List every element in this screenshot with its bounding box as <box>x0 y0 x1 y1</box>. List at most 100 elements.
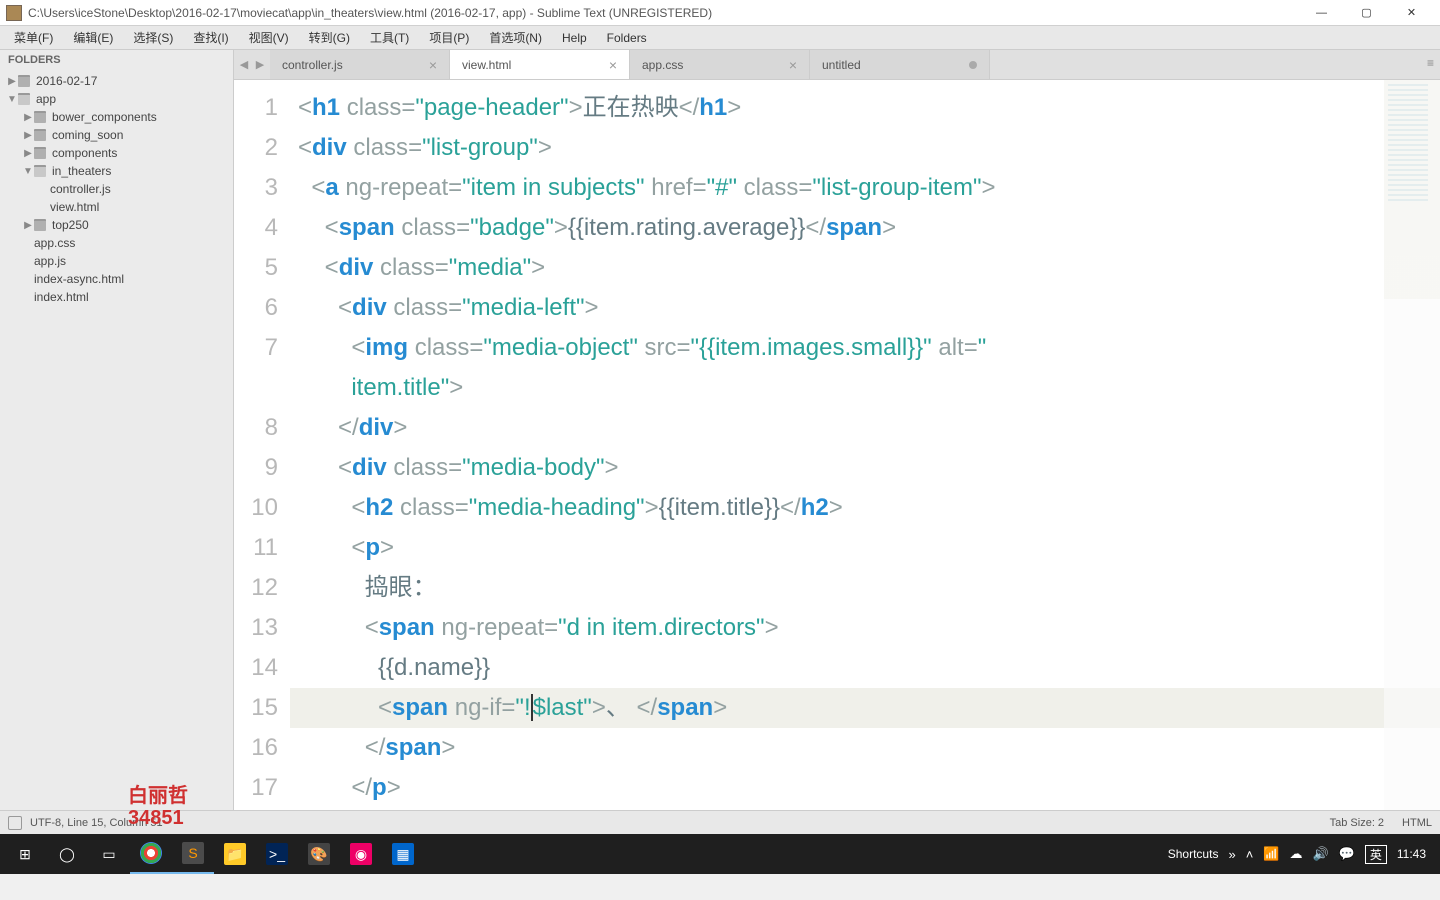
tree-item-2016-02-17[interactable]: ▶2016-02-17 <box>0 72 233 90</box>
line-number[interactable]: 10 <box>238 488 278 528</box>
menu-item-6[interactable]: 工具(T) <box>360 26 419 49</box>
start-button[interactable]: ⊞ <box>4 834 46 874</box>
status-icon[interactable] <box>8 816 22 830</box>
code-line[interactable]: </p> <box>290 768 1440 808</box>
tab-close-icon[interactable]: × <box>789 57 797 73</box>
line-number[interactable]: 17 <box>238 768 278 808</box>
code-line[interactable]: item.title"> <box>290 368 1440 408</box>
code-line[interactable]: <a ng-repeat="item in subjects" href="#"… <box>290 168 1440 208</box>
menu-item-3[interactable]: 查找(I) <box>183 26 238 49</box>
taskbar-powershell[interactable]: >_ <box>256 834 298 874</box>
line-number[interactable]: 4 <box>238 208 278 248</box>
tree-arrow-icon[interactable]: ▶ <box>22 112 34 123</box>
line-number[interactable]: 11 <box>238 528 278 568</box>
tree-item-app.css[interactable]: app.css <box>0 234 233 252</box>
menu-item-0[interactable]: 菜单(F) <box>4 26 63 49</box>
code-line[interactable]: <div class="media-left"> <box>290 288 1440 328</box>
tree-item-app.js[interactable]: app.js <box>0 252 233 270</box>
status-tabsize[interactable]: Tab Size: 2 <box>1330 817 1384 829</box>
line-number[interactable]: 3 <box>238 168 278 208</box>
line-number[interactable]: 7 <box>238 328 278 368</box>
cortana-button[interactable]: ◯ <box>46 834 88 874</box>
tab-untitled[interactable]: untitled <box>810 50 990 79</box>
minimap[interactable] <box>1384 80 1440 810</box>
tree-arrow-icon[interactable]: ▶ <box>22 220 34 231</box>
taskbar-sublime[interactable]: S <box>172 834 214 874</box>
code-area[interactable]: 1234567.891011121314151617 <h1 class="pa… <box>234 80 1440 810</box>
code-line[interactable]: <span ng-if="!$last">、 </span> <box>290 688 1440 728</box>
menu-item-5[interactable]: 转到(G) <box>299 26 360 49</box>
tree-arrow-icon[interactable]: ▼ <box>6 94 18 105</box>
menu-item-8[interactable]: 首选项(N) <box>479 26 552 49</box>
code-line[interactable]: <div class="media-body"> <box>290 448 1440 488</box>
menu-item-7[interactable]: 项目(P) <box>419 26 479 49</box>
minimize-button[interactable]: — <box>1299 1 1344 25</box>
tree-item-view.html[interactable]: view.html <box>0 198 233 216</box>
line-number[interactable]: 8 <box>238 408 278 448</box>
tab-prev-button[interactable]: ◀ <box>236 58 252 71</box>
tab-close-icon[interactable]: × <box>429 57 437 73</box>
tree-item-bower_components[interactable]: ▶bower_components <box>0 108 233 126</box>
line-number[interactable]: 14 <box>238 648 278 688</box>
tree-arrow-icon[interactable]: ▶ <box>22 130 34 141</box>
taskbar-chrome[interactable] <box>130 834 172 874</box>
tab-close-icon[interactable]: × <box>609 57 617 73</box>
code-line[interactable]: {{d.name}} <box>290 648 1440 688</box>
line-number[interactable]: 12 <box>238 568 278 608</box>
code-line[interactable]: <span class="badge">{{item.rating.averag… <box>290 208 1440 248</box>
tab-next-button[interactable]: ▶ <box>252 58 268 71</box>
tray-chevron-icon[interactable]: » <box>1228 847 1235 862</box>
code-line[interactable]: <img class="media-object" src="{{item.im… <box>290 328 1440 368</box>
status-position[interactable]: UTF-8, Line 15, Column 51 <box>30 817 163 829</box>
line-number[interactable]: 6 <box>238 288 278 328</box>
tree-arrow-icon[interactable]: ▶ <box>6 76 18 87</box>
tree-item-coming_soon[interactable]: ▶coming_soon <box>0 126 233 144</box>
tree-item-index.html[interactable]: index.html <box>0 288 233 306</box>
menu-item-9[interactable]: Help <box>552 28 597 48</box>
code-line[interactable]: </span> <box>290 728 1440 768</box>
tree-item-components[interactable]: ▶components <box>0 144 233 162</box>
tray-network-icon[interactable]: 📶 <box>1263 846 1279 862</box>
menu-item-1[interactable]: 编辑(E) <box>63 26 123 49</box>
line-number[interactable]: 9 <box>238 448 278 488</box>
code-line[interactable]: <span ng-repeat="d in item.directors"> <box>290 608 1440 648</box>
status-syntax[interactable]: HTML <box>1402 817 1432 829</box>
menu-item-2[interactable]: 选择(S) <box>123 26 183 49</box>
code-line[interactable]: <h2 class="media-heading">{{item.title}}… <box>290 488 1440 528</box>
line-number[interactable]: 1 <box>238 88 278 128</box>
tree-item-controller.js[interactable]: controller.js <box>0 180 233 198</box>
sidebar[interactable]: FOLDERS ▶2016-02-17▼app▶bower_components… <box>0 50 234 810</box>
taskbar-app2[interactable]: ◉ <box>340 834 382 874</box>
line-number[interactable]: 15 <box>238 688 278 728</box>
tab-app.css[interactable]: app.css× <box>630 50 810 79</box>
menu-item-4[interactable]: 视图(V) <box>239 26 299 49</box>
taskbar-explorer[interactable]: 📁 <box>214 834 256 874</box>
tray-clock[interactable]: 11:43 <box>1397 847 1426 861</box>
line-number[interactable]: 5 <box>238 248 278 288</box>
tree-item-top250[interactable]: ▶top250 <box>0 216 233 234</box>
menu-item-10[interactable]: Folders <box>597 28 657 48</box>
tray-up-icon[interactable]: ˄ <box>1246 847 1254 862</box>
taskbar-app3[interactable]: ▦ <box>382 834 424 874</box>
code-line[interactable]: <p> <box>290 528 1440 568</box>
tab-menu-button[interactable]: ≡ <box>1427 56 1434 70</box>
tray-notify-icon[interactable]: 💬 <box>1339 846 1355 862</box>
taskview-button[interactable]: ▭ <box>88 834 130 874</box>
shortcuts-label[interactable]: Shortcuts <box>1168 847 1219 861</box>
tab-controller.js[interactable]: controller.js× <box>270 50 450 79</box>
tray-ime[interactable]: 英 <box>1365 845 1387 864</box>
taskbar-app1[interactable]: 🎨 <box>298 834 340 874</box>
tree-item-app[interactable]: ▼app <box>0 90 233 108</box>
code-line[interactable]: <div class="list-group"> <box>290 128 1440 168</box>
line-number[interactable]: 16 <box>238 728 278 768</box>
code-line[interactable]: 捣眼： <box>290 568 1440 608</box>
line-number[interactable]: 13 <box>238 608 278 648</box>
tab-view.html[interactable]: view.html× <box>450 50 630 79</box>
tree-item-in_theaters[interactable]: ▼in_theaters <box>0 162 233 180</box>
line-number[interactable]: 2 <box>238 128 278 168</box>
close-button[interactable]: ✕ <box>1389 1 1434 25</box>
tray-onedrive-icon[interactable]: ☁ <box>1289 846 1302 862</box>
tree-item-index-async.html[interactable]: index-async.html <box>0 270 233 288</box>
tree-arrow-icon[interactable]: ▶ <box>22 148 34 159</box>
tray-volume-icon[interactable]: 🔊 <box>1312 846 1328 862</box>
